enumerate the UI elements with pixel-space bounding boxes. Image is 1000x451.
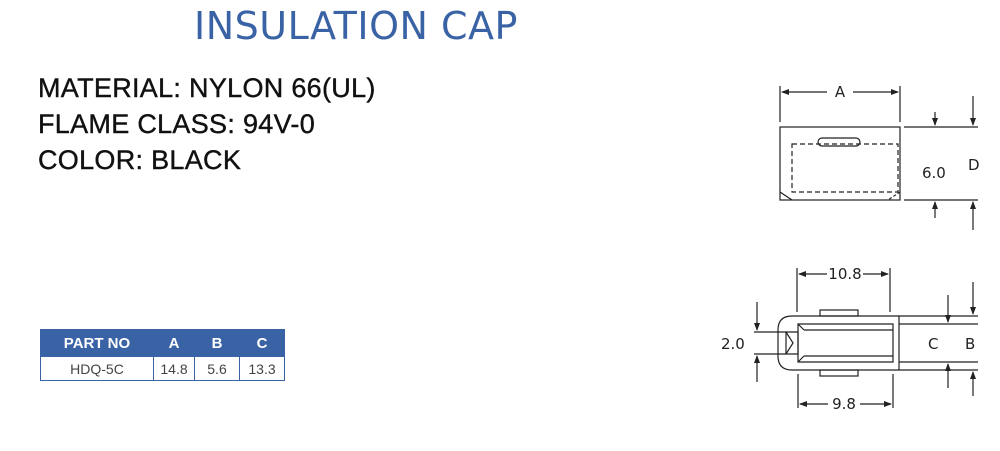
header-part-no: PART NO (40, 329, 154, 357)
side-view (754, 268, 978, 408)
dim-label-b: B (965, 335, 975, 353)
spec-color: COLOR: BLACK (38, 145, 242, 175)
cell-a: 14.8 (153, 356, 195, 381)
header-a: A (153, 329, 195, 357)
spec-material: MATERIAL: NYLON 66(UL) (38, 73, 376, 103)
header-c: C (239, 329, 285, 357)
part-table: PART NO A B C HDQ-5C 14.8 5.6 13.3 (40, 329, 285, 381)
dim-label-height: 6.0 (922, 164, 946, 182)
cell-c: 13.3 (239, 356, 285, 381)
technical-drawing: A 6.0 D 10.8 2.0 C B 9.8 (721, 83, 980, 413)
cell-b: 5.6 (194, 356, 240, 381)
dim-label-top-length: 10.8 (828, 265, 861, 283)
cell-part-no: HDQ-5C (40, 356, 154, 381)
header-b: B (194, 329, 240, 357)
page-title: INSULATION CAP (194, 4, 518, 48)
table-row: HDQ-5C 14.8 5.6 13.3 (40, 356, 285, 381)
dim-label-left: 2.0 (721, 335, 745, 353)
dim-label-bottom-length: 9.8 (832, 395, 856, 413)
dim-label-a: A (835, 83, 846, 101)
top-view (779, 86, 978, 230)
table-header-row: PART NO A B C (40, 329, 285, 357)
spec-list: MATERIAL: NYLON 66(UL) FLAME CLASS: 94V-… (38, 70, 376, 178)
spec-flame-class: FLAME CLASS: 94V-0 (38, 109, 316, 139)
dim-label-c: C (928, 335, 938, 353)
dim-label-d: D (968, 156, 980, 174)
